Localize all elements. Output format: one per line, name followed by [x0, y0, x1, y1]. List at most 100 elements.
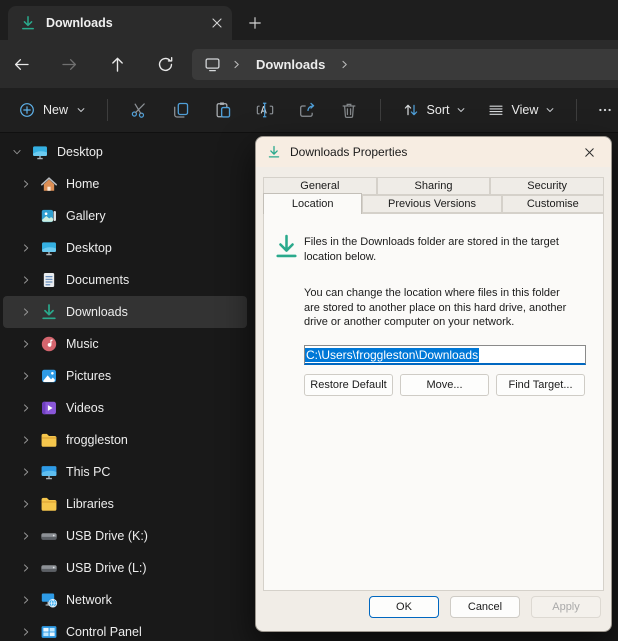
chevron-right-icon[interactable]	[18, 560, 34, 576]
copy-icon	[172, 101, 190, 119]
chevron-right-icon[interactable]	[18, 240, 34, 256]
sidebar-item-libraries[interactable]: Libraries	[3, 488, 247, 520]
view-icon	[488, 102, 504, 118]
sidebar-item-label: USB Drive (L:)	[66, 561, 147, 575]
copy-button[interactable]	[166, 92, 196, 128]
apply-button[interactable]: Apply	[531, 596, 601, 618]
chevron-right-icon[interactable]	[18, 272, 34, 288]
up-button[interactable]	[102, 49, 132, 79]
pc-icon	[40, 463, 58, 481]
view-button[interactable]: View	[479, 95, 564, 125]
move-button[interactable]: Move...	[400, 374, 489, 396]
chevron-right-icon[interactable]	[18, 464, 34, 480]
chevron-down-icon[interactable]	[9, 144, 25, 160]
paste-button[interactable]	[208, 92, 238, 128]
dialog-tab-location[interactable]: Location	[263, 193, 362, 214]
usb-icon	[40, 527, 58, 545]
chevron-right-icon[interactable]	[18, 400, 34, 416]
refresh-button[interactable]	[150, 49, 180, 79]
chevron-right-icon[interactable]	[18, 624, 34, 640]
forward-icon	[61, 56, 78, 73]
chevron-down-icon	[545, 105, 555, 115]
folder-location-input[interactable]: C:\Users\froggleston\Downloads	[304, 345, 586, 365]
new-button[interactable]: New	[8, 95, 97, 125]
tab-close-icon[interactable]	[210, 16, 224, 30]
sidebar-item-documents[interactable]: Documents	[3, 264, 247, 296]
toolbar-divider	[380, 99, 381, 121]
sidebar-item-gallery[interactable]: Gallery	[3, 200, 247, 232]
sidebar-item-downloads[interactable]: Downloads	[3, 296, 247, 328]
folder-location-value: C:\Users\froggleston\Downloads	[305, 348, 479, 362]
sidebar-item-label: Music	[66, 337, 99, 351]
dialog-close-button[interactable]	[573, 140, 605, 164]
sidebar-item-label: Pictures	[66, 369, 111, 383]
videos-icon	[40, 399, 58, 417]
paste-icon	[214, 101, 232, 119]
new-button-label: New	[43, 103, 68, 117]
sort-icon	[402, 101, 420, 119]
expander-spacer	[18, 208, 34, 224]
sidebar-item-label: Desktop	[66, 241, 112, 255]
share-button[interactable]	[292, 92, 322, 128]
cancel-button[interactable]: Cancel	[450, 596, 520, 618]
cut-button[interactable]	[124, 92, 154, 128]
downloads-properties-dialog: Downloads Properties GeneralSharingSecur…	[255, 136, 612, 632]
chevron-right-icon[interactable]	[18, 496, 34, 512]
downloads-icon	[20, 15, 36, 31]
sidebar-item-network[interactable]: Network	[3, 584, 247, 616]
dialog-tab-previous-versions[interactable]: Previous Versions	[362, 195, 501, 213]
delete-button[interactable]	[334, 92, 364, 128]
back-button[interactable]	[6, 49, 36, 79]
chevron-right-icon[interactable]	[18, 592, 34, 608]
sidebar-item-label: Libraries	[66, 497, 114, 511]
location-description-text: You can change the location where files …	[304, 286, 578, 330]
sidebar-item-desktop[interactable]: Desktop	[3, 136, 247, 168]
refresh-icon	[157, 56, 174, 73]
sidebar-item-videos[interactable]: Videos	[3, 392, 247, 424]
sort-button[interactable]: Sort	[393, 94, 476, 126]
dialog-tab-security[interactable]: Security	[490, 177, 604, 195]
sidebar-item-control-panel[interactable]: Control Panel	[3, 616, 247, 641]
ok-button[interactable]: OK	[369, 596, 439, 618]
sidebar-item-usb-drive-k[interactable]: USB Drive (K:)	[3, 520, 247, 552]
address-bar[interactable]: Downloads	[192, 49, 618, 80]
chevron-right-icon[interactable]	[18, 304, 34, 320]
chevron-right-icon[interactable]	[18, 336, 34, 352]
desktop-icon	[40, 239, 58, 257]
restore-default-button[interactable]: Restore Default	[304, 374, 393, 396]
home-icon	[40, 175, 58, 193]
ellipsis-icon	[597, 102, 613, 118]
sidebar-item-this-pc[interactable]: This PC	[3, 456, 247, 488]
chevron-right-icon[interactable]	[18, 368, 34, 384]
find-target-button[interactable]: Find Target...	[496, 374, 585, 396]
new-tab-button[interactable]	[248, 16, 262, 30]
dialog-tab-customise[interactable]: Customise	[502, 195, 604, 213]
sort-button-label: Sort	[427, 103, 450, 117]
rename-button[interactable]	[250, 92, 280, 128]
sidebar-item-home[interactable]: Home	[3, 168, 247, 200]
see-more-button[interactable]	[591, 94, 618, 126]
sidebar-item-usb-drive-l[interactable]: USB Drive (L:)	[3, 552, 247, 584]
sidebar-item-music[interactable]: Music	[3, 328, 247, 360]
chevron-right-icon[interactable]	[18, 176, 34, 192]
chevron-right-icon[interactable]	[18, 432, 34, 448]
dialog-tab-sharing[interactable]: Sharing	[377, 177, 491, 195]
command-bar: New Sort View	[0, 88, 618, 133]
sidebar-item-pictures[interactable]: Pictures	[3, 360, 247, 392]
sidebar-item-label: USB Drive (K:)	[66, 529, 148, 543]
chevron-right-icon[interactable]	[18, 528, 34, 544]
downloads-folder-icon	[273, 233, 300, 260]
sidebar-item-label: Downloads	[66, 305, 128, 319]
explorer-tab-downloads[interactable]: Downloads	[8, 6, 232, 40]
sidebar-item-desktop[interactable]: Desktop	[3, 232, 247, 264]
breadcrumb-segment-downloads[interactable]: Downloads	[252, 57, 329, 72]
breadcrumb-chevron-icon	[339, 59, 350, 70]
folder-icon	[40, 495, 58, 513]
chevron-down-icon	[76, 105, 86, 115]
forward-button[interactable]	[54, 49, 84, 79]
file-explorer-window: Downloads Downloads New	[0, 0, 618, 641]
chevron-down-icon	[456, 105, 466, 115]
sidebar-item-label: Gallery	[66, 209, 106, 223]
view-button-label: View	[511, 103, 538, 117]
sidebar-item-froggleston[interactable]: froggleston	[3, 424, 247, 456]
